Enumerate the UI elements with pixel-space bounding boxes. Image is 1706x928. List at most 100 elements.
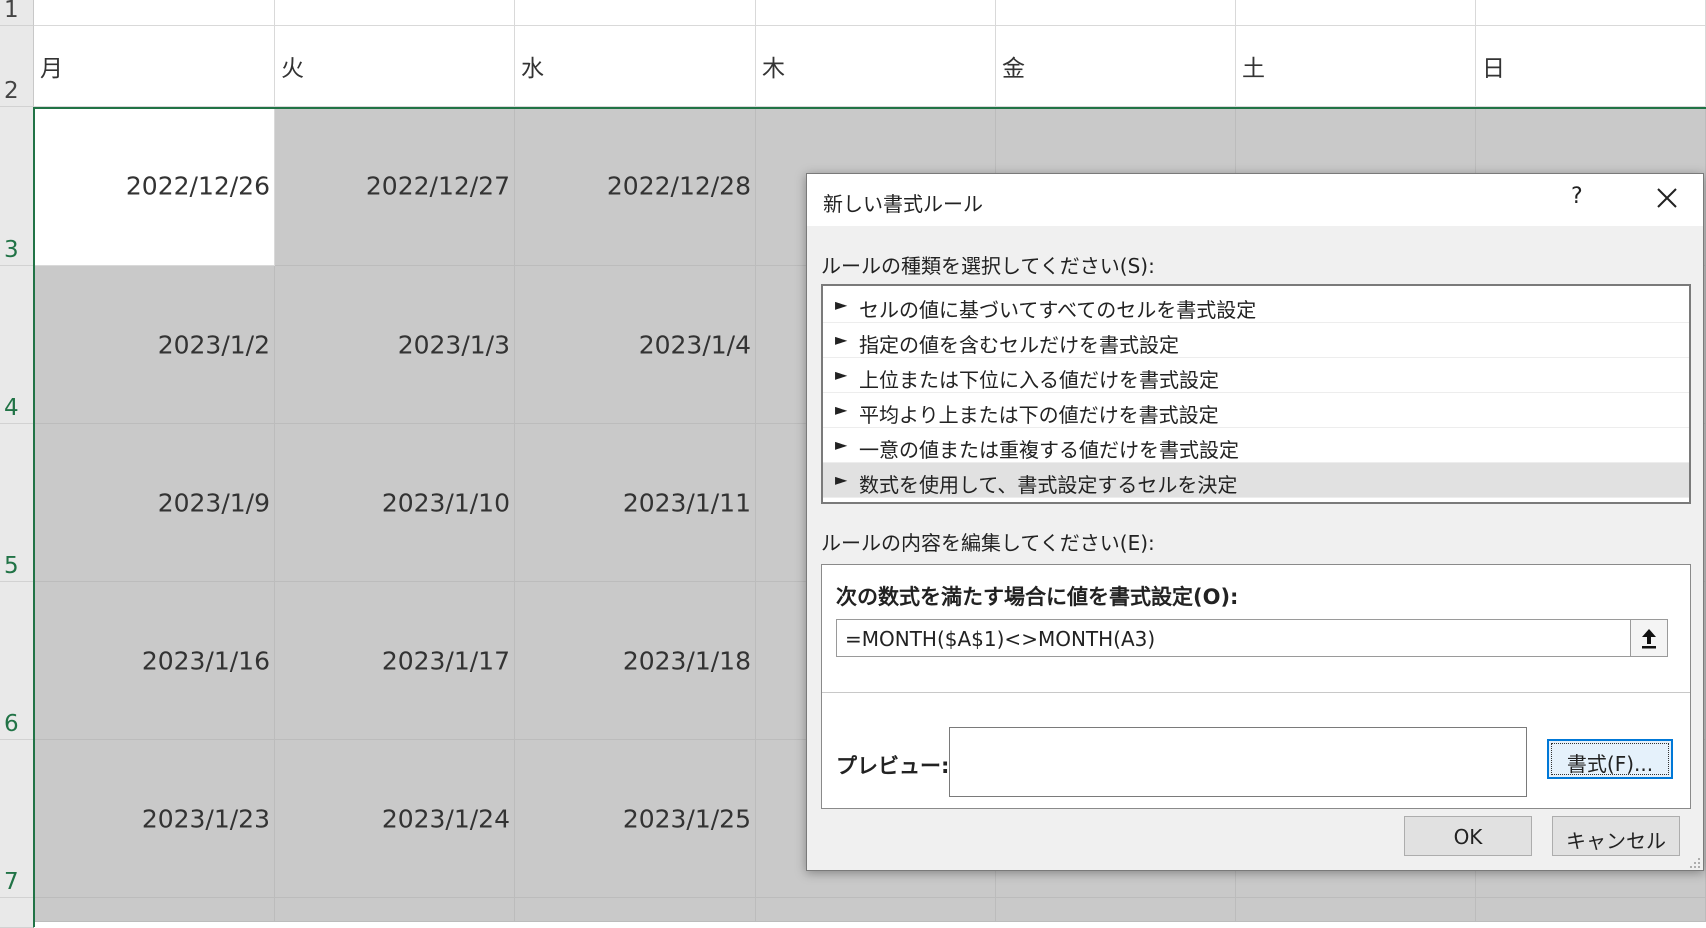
date-value: 2023/1/3 <box>397 330 510 359</box>
cell[interactable] <box>34 0 275 26</box>
date-cell[interactable]: 2023/1/11 <box>515 424 756 582</box>
upload-arrow-icon <box>1642 629 1656 649</box>
weekday-label: 金 <box>1002 56 1025 82</box>
row-header-1[interactable]: 1 <box>0 0 34 26</box>
preview-label: プレビュー: <box>836 754 950 778</box>
row-header-2[interactable]: 2 <box>0 26 34 107</box>
cell[interactable] <box>756 0 996 26</box>
arrow-icon: ► <box>835 470 848 489</box>
weekday-label: 水 <box>521 56 544 82</box>
row-header-6[interactable]: 6 <box>0 582 34 740</box>
weekday-cell-wed[interactable]: 水 <box>515 26 756 107</box>
date-cell[interactable] <box>34 898 275 922</box>
weekday-cell-sun[interactable]: 日 <box>1476 26 1706 107</box>
dialog-titlebar[interactable]: 新しい書式ルール ? <box>807 174 1703 226</box>
cell[interactable] <box>996 0 1236 26</box>
date-cell[interactable]: 2023/1/10 <box>275 424 515 582</box>
formula-label: 次の数式を満たす場合に値を書式設定(O): <box>836 585 1239 609</box>
date-value: 2022/12/28 <box>606 171 751 201</box>
date-value: 2022/12/26 <box>125 171 270 201</box>
date-value: 2023/1/10 <box>381 488 510 517</box>
date-value: 2023/1/11 <box>622 488 751 517</box>
weekday-cell-tue[interactable]: 火 <box>275 26 515 107</box>
rule-type-item[interactable]: ► セルの値に基づいてすべてのセルを書式設定 <box>823 288 1689 323</box>
resize-grip-icon-glyph <box>1690 858 1700 868</box>
row-number: 4 <box>4 395 19 421</box>
row-number: 1 <box>4 0 19 23</box>
date-value: 2023/1/2 <box>157 330 270 359</box>
rule-type-text: 上位または下位に入る値だけを書式設定 <box>859 368 1219 392</box>
date-value: 2023/1/9 <box>157 488 270 517</box>
cell[interactable] <box>275 0 515 26</box>
row-header-3[interactable]: 3 <box>0 107 34 266</box>
weekday-cell-thu[interactable]: 木 <box>756 26 996 107</box>
date-cell[interactable]: 2023/1/16 <box>34 582 275 740</box>
cell[interactable] <box>1476 0 1706 26</box>
rule-type-list[interactable]: ► セルの値に基づいてすべてのセルを書式設定 ► 指定の値を含むセルだけを書式設… <box>821 284 1691 504</box>
close-button[interactable] <box>1653 182 1681 212</box>
row-number: 2 <box>4 78 19 104</box>
resize-grip-icon[interactable] <box>1687 854 1701 868</box>
collapse-dialog-button[interactable] <box>1630 619 1668 657</box>
date-cell[interactable]: 2023/1/2 <box>34 266 275 424</box>
date-value: 2023/1/16 <box>141 646 270 675</box>
date-cell[interactable] <box>1236 898 1476 922</box>
cell[interactable] <box>515 0 756 26</box>
weekday-cell-mon[interactable]: 月 <box>34 26 275 107</box>
rule-type-item[interactable]: ► 一意の値または重複する値だけを書式設定 <box>823 428 1689 463</box>
new-format-rule-dialog: 新しい書式ルール ? ルールの種類を選択してください(S): ► セルの値に基づ… <box>806 173 1704 871</box>
date-value: 2023/1/17 <box>381 646 510 675</box>
date-value: 2023/1/18 <box>622 646 751 675</box>
date-cell[interactable] <box>1476 898 1706 922</box>
rule-type-text: 平均より上または下の値だけを書式設定 <box>859 403 1219 427</box>
rule-type-item-selected[interactable]: ► 数式を使用して、書式設定するセルを決定 <box>823 463 1689 498</box>
date-value: 2023/1/25 <box>622 804 751 833</box>
date-cell[interactable]: 2022/12/28 <box>515 107 756 266</box>
weekday-label: 火 <box>281 56 304 82</box>
help-button[interactable]: ? <box>1571 184 1583 209</box>
date-cell[interactable]: 2023/1/4 <box>515 266 756 424</box>
row-number: 5 <box>4 553 19 579</box>
rule-type-item[interactable]: ► 平均より上または下の値だけを書式設定 <box>823 393 1689 428</box>
date-cell[interactable] <box>515 898 756 922</box>
weekday-label: 日 <box>1482 56 1505 82</box>
date-cell[interactable]: 2023/1/25 <box>515 740 756 898</box>
date-value: 2023/1/23 <box>141 804 270 833</box>
arrow-icon: ► <box>835 330 848 349</box>
weekday-cell-fri[interactable]: 金 <box>996 26 1236 107</box>
cell[interactable] <box>1236 0 1476 26</box>
date-cell[interactable]: 2022/12/26 <box>34 107 275 266</box>
date-cell[interactable]: 2023/1/17 <box>275 582 515 740</box>
date-cell[interactable] <box>756 898 996 922</box>
row-header-8[interactable] <box>0 898 34 928</box>
date-cell[interactable]: 2023/1/9 <box>34 424 275 582</box>
date-cell[interactable]: 2023/1/18 <box>515 582 756 740</box>
rule-type-text: 数式を使用して、書式設定するセルを決定 <box>859 473 1238 497</box>
ok-button[interactable]: OK <box>1404 816 1532 856</box>
rule-type-item[interactable]: ► 指定の値を含むセルだけを書式設定 <box>823 323 1689 358</box>
date-cell[interactable] <box>275 898 515 922</box>
arrow-icon: ► <box>835 295 848 314</box>
date-cell[interactable]: 2023/1/3 <box>275 266 515 424</box>
row-header-5[interactable]: 5 <box>0 424 34 582</box>
arrow-icon: ► <box>835 365 848 384</box>
rule-type-text: 一意の値または重複する値だけを書式設定 <box>859 438 1239 462</box>
row-header-7[interactable]: 7 <box>0 740 34 898</box>
date-cell[interactable]: 2023/1/24 <box>275 740 515 898</box>
weekday-label: 月 <box>40 56 63 82</box>
weekday-cell-sat[interactable]: 土 <box>1236 26 1476 107</box>
row-header-4[interactable]: 4 <box>0 266 34 424</box>
weekday-label: 土 <box>1242 56 1265 82</box>
rule-type-item[interactable]: ► 上位または下位に入る値だけを書式設定 <box>823 358 1689 393</box>
formula-input[interactable]: =MONTH($A$1)<>MONTH(A3) <box>836 619 1632 657</box>
weekday-label: 木 <box>762 56 785 82</box>
date-cell[interactable]: 2022/12/27 <box>275 107 515 266</box>
ok-button-label: OK <box>1453 825 1483 849</box>
row-number: 6 <box>4 711 19 737</box>
rule-description-panel: 次の数式を満たす場合に値を書式設定(O): =MONTH($A$1)<>MONT… <box>821 564 1691 809</box>
date-cell[interactable] <box>996 898 1236 922</box>
date-cell[interactable]: 2023/1/23 <box>34 740 275 898</box>
rule-type-text: セルの値に基づいてすべてのセルを書式設定 <box>859 298 1257 322</box>
cancel-button[interactable]: キャンセル <box>1552 816 1680 856</box>
format-button[interactable]: 書式(F)... <box>1547 739 1673 779</box>
